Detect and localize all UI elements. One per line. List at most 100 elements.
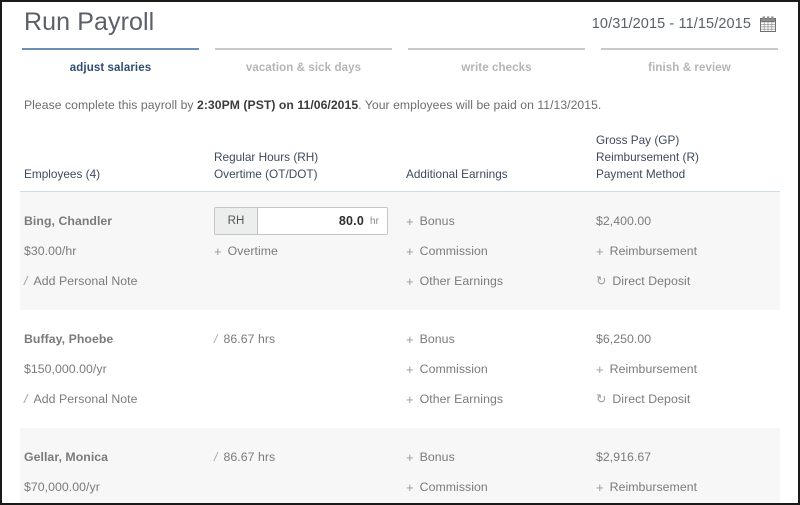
plus-icon: +: [596, 243, 604, 259]
pencil-icon: /: [214, 332, 218, 347]
pay-period-selector[interactable]: 10/31/2015 - 11/15/2015: [592, 16, 776, 32]
add-commission-label: Commission: [419, 480, 488, 495]
payroll-steps-nav: adjust salaries vacation & sick days wri…: [20, 48, 780, 76]
payroll-table: Employees (4) Regular Hours (RH) Overtim…: [20, 132, 780, 503]
additional-earnings-cell: +Bonus +Commission +Other Earnings: [406, 442, 596, 503]
add-bonus-link[interactable]: + Bonus: [406, 324, 596, 354]
pencil-icon: /: [24, 274, 28, 289]
add-other-earnings-link[interactable]: + Other Earnings: [406, 266, 596, 296]
add-reimbursement-label: Reimbursement: [609, 244, 698, 259]
step-write-checks[interactable]: write checks: [408, 48, 585, 76]
additional-earnings-cell: +Bonus +Commission + Other Earnings: [406, 324, 596, 414]
step-adjust-salaries-label: adjust salaries: [69, 62, 152, 74]
employee-name: Bing, Chandler: [24, 214, 113, 229]
column-header-regular-hours: Regular Hours (RH): [214, 150, 319, 165]
step-vacation-sick-days[interactable]: vacation & sick days: [215, 48, 392, 76]
column-header-gross: Gross Pay (GP) Reimbursement (R) Payment…: [596, 132, 776, 183]
notice-part-1: Please complete this payroll by: [24, 98, 197, 112]
step-write-checks-label: write checks: [461, 62, 532, 74]
pencil-icon: /: [214, 450, 218, 465]
add-other-earnings-link[interactable]: + Other Earnings: [406, 384, 596, 414]
add-reimbursement-link[interactable]: + Reimbursement: [596, 236, 776, 266]
add-commission-link[interactable]: + Commission: [406, 472, 596, 502]
add-commission-label: Commission: [419, 244, 488, 259]
hours-cell: / 86.67 hrs: [214, 442, 406, 503]
table-row: Gellar, Monica $70,000.00/yr /Add Person…: [20, 428, 780, 503]
add-personal-note-link[interactable]: / Add Personal Note: [24, 384, 214, 414]
column-header-additional-earnings: Additional Earnings: [406, 166, 596, 183]
plus-icon: +: [406, 243, 414, 259]
add-bonus-link[interactable]: + Bonus: [406, 442, 596, 472]
gross-pay-amount: $2,916.67: [596, 450, 652, 465]
payment-method-label: Direct Deposit: [612, 392, 691, 407]
plus-icon: +: [406, 479, 414, 495]
add-personal-note-link[interactable]: / Add Personal Note: [24, 266, 214, 296]
hours-cell: / 86.67 hrs: [214, 324, 406, 414]
step-finish-review-label: finish & review: [648, 62, 731, 74]
add-bonus-label: Bonus: [419, 450, 455, 465]
add-personal-note-label: Add Personal Note: [33, 392, 138, 407]
employee-cell: Bing, Chandler $30.00/hr / Add Personal N…: [24, 206, 214, 296]
regular-hours-unit: hr: [370, 215, 379, 227]
notice-part-2: . Your employees will be paid on 11/13/2…: [358, 98, 602, 112]
edit-hours-link[interactable]: / 86.67 hrs: [214, 324, 406, 354]
hours-value: 86.67 hrs: [223, 450, 276, 465]
pencil-icon: /: [24, 392, 28, 407]
gross-pay-cell: $2,400.00 + Reimbursement ↻ Direct Deposit: [596, 206, 776, 296]
add-bonus-link[interactable]: + Bonus: [406, 206, 596, 236]
notice-deadline: 2:30PM (PST) on 11/06/2015: [197, 98, 359, 112]
regular-hours-value: 80.0: [338, 214, 364, 229]
table-row: Buffay, Phoebe $150,000.00/yr / Add Perso…: [20, 310, 780, 428]
add-personal-note-label: Add Personal Note: [33, 274, 138, 289]
run-payroll-window: Run Payroll 10/31/2015 - 11/15/2015 adju…: [0, 0, 800, 505]
additional-earnings-cell: +Bonus +Commission +Other Earnings: [406, 206, 596, 296]
step-adjust-salaries[interactable]: adjust salaries: [22, 48, 199, 76]
column-header-reimbursement: Reimbursement (R): [596, 150, 699, 165]
refresh-icon: ↻: [596, 392, 607, 407]
column-header-additional-earnings-label: Additional Earnings: [406, 167, 508, 182]
calendar-icon[interactable]: [760, 16, 776, 32]
add-bonus-label: Bonus: [419, 332, 455, 347]
page-header: Run Payroll 10/31/2015 - 11/15/2015: [20, 2, 780, 42]
step-finish-review[interactable]: finish & review: [601, 48, 778, 76]
hours-spacer: [214, 354, 406, 384]
edit-hours-link[interactable]: / 86.67 hrs: [214, 442, 406, 472]
plus-icon: +: [596, 361, 604, 377]
payment-method-link[interactable]: ↻ Direct Deposit: [596, 384, 776, 414]
add-other-earnings-label: Other Earnings: [419, 274, 504, 289]
plus-icon: +: [406, 391, 414, 407]
add-reimbursement-link[interactable]: + Reimbursement: [596, 354, 776, 384]
plus-icon: +: [406, 449, 414, 465]
payment-method-link[interactable]: ↻ Direct Deposit: [596, 266, 776, 296]
add-commission-link[interactable]: + Commission: [406, 236, 596, 266]
employee-cell: Buffay, Phoebe $150,000.00/yr / Add Perso…: [24, 324, 214, 414]
hours-value: 86.67 hrs: [223, 332, 276, 347]
add-other-earnings-label: Other Earnings: [419, 392, 504, 407]
regular-hours-input[interactable]: RH 80.0 hr: [214, 207, 388, 236]
add-commission-link[interactable]: + Commission: [406, 354, 596, 384]
add-overtime-link[interactable]: + Overtime: [214, 236, 406, 266]
gross-pay-amount: $6,250.00: [596, 332, 652, 347]
add-reimbursement-label: Reimbursement: [609, 480, 698, 495]
regular-hours-field[interactable]: 80.0 hr: [258, 208, 387, 235]
plus-icon: +: [406, 213, 414, 229]
column-header-gross-pay: Gross Pay (GP): [596, 133, 680, 147]
employee-name: Buffay, Phoebe: [24, 332, 114, 347]
table-row: Bing, Chandler $30.00/hr / Add Personal N…: [20, 192, 780, 311]
employee-rate: $70,000.00/yr: [24, 480, 100, 495]
step-vacation-sick-days-label: vacation & sick days: [245, 62, 362, 74]
hours-spacer: [214, 472, 406, 502]
add-reimbursement-link[interactable]: + Reimbursement: [596, 472, 776, 502]
employee-rate: $30.00/hr: [24, 244, 77, 259]
employee-rate: $150,000.00/yr: [24, 362, 107, 377]
gross-pay-cell: $2,916.67 +Reimbursement ↻Direct Deposit: [596, 442, 776, 503]
add-reimbursement-label: Reimbursement: [609, 362, 698, 377]
plus-icon: +: [214, 243, 222, 259]
employee-name: Gellar, Monica: [24, 450, 109, 465]
pay-period-range: 10/31/2015 - 11/15/2015: [591, 16, 751, 32]
column-header-payment-method: Payment Method: [596, 167, 686, 182]
column-header-employees: Employees (4): [24, 166, 214, 183]
column-header-hours: Regular Hours (RH) Overtime (OT/DOT): [214, 149, 406, 183]
gross-pay-cell: $6,250.00 + Reimbursement ↻ Direct Deposit: [596, 324, 776, 414]
add-commission-label: Commission: [419, 362, 488, 377]
